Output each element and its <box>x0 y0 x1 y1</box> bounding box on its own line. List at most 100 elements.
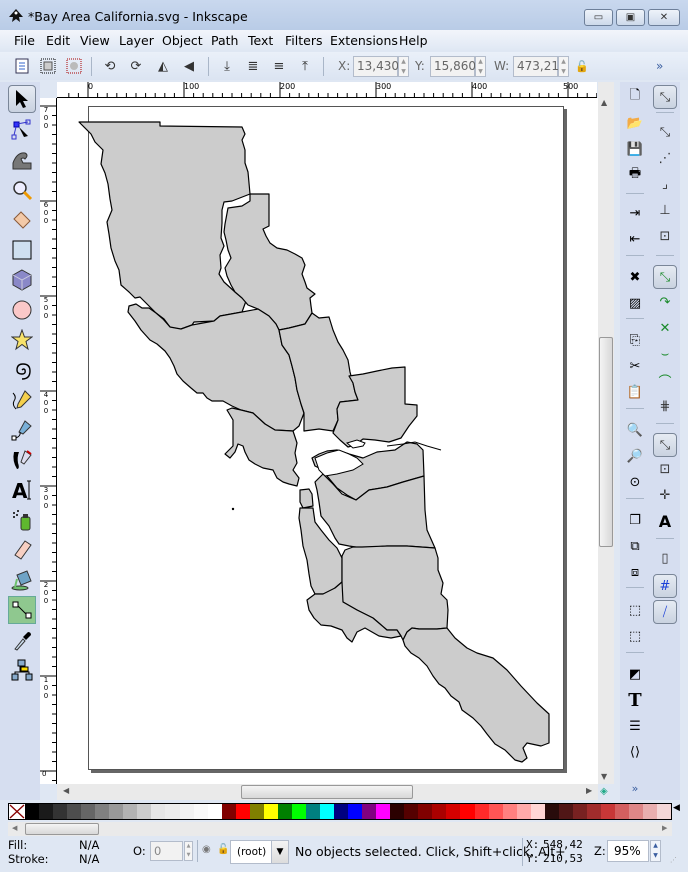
county-san-francisco[interactable] <box>299 488 314 509</box>
layer-visibility-icon[interactable]: ◉ <box>202 844 211 855</box>
bay-area-map[interactable] <box>57 98 598 784</box>
layer-dropdown-arrow-icon[interactable]: ▼ <box>271 840 289 864</box>
color-swatch[interactable] <box>460 804 475 819</box>
vertical-scroll-thumb[interactable] <box>599 337 613 547</box>
zoom-selection-icon[interactable]: 🔍 <box>625 420 645 440</box>
color-swatch[interactable] <box>516 804 531 819</box>
color-swatch[interactable] <box>235 804 250 819</box>
drawing-canvas[interactable] <box>57 98 598 784</box>
menu-view[interactable]: View <box>80 33 110 48</box>
selector-tool[interactable] <box>8 85 36 113</box>
flip-vertical-icon[interactable]: ◀ <box>180 57 198 75</box>
menu-object[interactable]: Object <box>162 33 203 48</box>
color-swatch[interactable] <box>404 804 419 819</box>
color-swatch[interactable] <box>291 804 306 819</box>
snap-line-midpoints-icon[interactable]: ⋕ <box>655 396 675 416</box>
dropper-tool[interactable] <box>8 626 36 654</box>
color-swatch[interactable] <box>39 804 54 819</box>
menu-text[interactable]: Text <box>248 33 273 48</box>
scroll-right-icon[interactable]: ▶ <box>586 786 592 795</box>
minimize-button[interactable]: ▭ <box>584 9 613 26</box>
undo-icon[interactable]: ✖ <box>625 267 645 287</box>
snap-smooth-nodes-icon[interactable]: ⌒ <box>655 370 675 390</box>
color-swatch[interactable] <box>137 804 152 819</box>
menu-filters[interactable]: Filters <box>285 33 322 48</box>
snap-bbox-edges-icon[interactable]: ⋰ <box>655 148 675 168</box>
color-swatch[interactable] <box>207 804 222 819</box>
y-spinner[interactable]: ▲ ▼ <box>475 56 486 77</box>
color-swatch[interactable] <box>572 804 587 819</box>
copy-icon[interactable]: ⎘ <box>625 330 645 350</box>
color-swatch[interactable] <box>629 804 644 819</box>
maximize-button[interactable]: ▣ <box>616 9 645 26</box>
opacity-input[interactable]: 0 <box>150 841 183 861</box>
snap-nodes-icon[interactable]: ⤡ <box>653 265 677 289</box>
menu-extensions[interactable]: Extensions <box>330 33 398 48</box>
color-swatch[interactable] <box>418 804 433 819</box>
color-swatch[interactable] <box>586 804 601 819</box>
color-swatch[interactable] <box>95 804 110 819</box>
color-swatch[interactable] <box>277 804 292 819</box>
color-swatch[interactable] <box>109 804 124 819</box>
clone-icon[interactable]: ⧉ <box>625 536 645 556</box>
new-document-icon[interactable]: 🗋 <box>625 87 645 107</box>
rotate-ccw-icon[interactable]: ⟲ <box>101 57 119 75</box>
color-swatch[interactable] <box>530 804 545 819</box>
print-icon[interactable]: 🖶 <box>625 165 645 185</box>
color-swatch[interactable] <box>263 804 278 819</box>
palette-scroll-thumb[interactable] <box>25 823 99 835</box>
color-swatch[interactable] <box>305 804 320 819</box>
color-swatch[interactable] <box>249 804 264 819</box>
flip-horizontal-icon[interactable]: ◭ <box>154 57 172 75</box>
commands-overflow[interactable]: » <box>625 778 645 798</box>
stroke-value[interactable]: N/A <box>79 852 99 866</box>
color-swatch[interactable] <box>334 804 349 819</box>
palette-menu-icon[interactable]: ◀ <box>673 803 680 813</box>
menu-file[interactable]: File <box>14 33 35 48</box>
color-swatch[interactable] <box>474 804 489 819</box>
color-swatch[interactable] <box>362 804 377 819</box>
cut-icon[interactable]: ✂ <box>625 356 645 376</box>
connector-tool[interactable] <box>8 656 36 684</box>
xml-editor-icon[interactable]: ⟨⟩ <box>625 742 645 762</box>
color-swatch[interactable] <box>193 804 208 819</box>
color-swatch[interactable] <box>25 804 40 819</box>
color-swatch[interactable] <box>643 804 658 819</box>
color-swatch[interactable] <box>319 804 335 819</box>
raise-icon[interactable]: ≡ <box>270 57 288 75</box>
toolbar-overflow[interactable]: » <box>656 59 663 73</box>
lower-to-bottom-icon[interactable]: ⤓ <box>218 57 236 75</box>
pencil-tool[interactable] <box>8 386 36 414</box>
color-swatch[interactable] <box>151 804 166 819</box>
resize-grip-icon[interactable]: ⋰ <box>670 856 677 864</box>
snap-grids-icon[interactable]: # <box>653 574 677 598</box>
snap-cusp-nodes-icon[interactable]: ⌣ <box>655 344 675 364</box>
horizontal-scrollbar[interactable]: ◀ ▶ <box>57 784 598 800</box>
zoom-drawing-icon[interactable]: 🔎 <box>625 446 645 466</box>
palette-scroll-left-icon[interactable]: ◀ <box>12 824 17 832</box>
color-swatch[interactable] <box>558 804 573 819</box>
lock-icon[interactable]: 🔓 <box>573 57 591 75</box>
color-swatch[interactable] <box>221 804 236 819</box>
spray-tool[interactable] <box>8 506 36 534</box>
measure-tool[interactable] <box>8 206 36 234</box>
paste-icon[interactable]: 📋 <box>625 382 645 402</box>
color-swatch[interactable] <box>67 804 82 819</box>
color-swatch[interactable] <box>81 804 96 819</box>
gradient-tool[interactable] <box>8 596 36 624</box>
color-swatch[interactable] <box>614 804 630 819</box>
group-icon[interactable]: ⬚ <box>625 600 645 620</box>
raise-to-top-icon[interactable]: ⤒ <box>296 57 314 75</box>
w-input[interactable]: 473,210 <box>513 56 567 77</box>
snap-object-centers-icon[interactable]: ⊡ <box>655 459 675 479</box>
menu-edit[interactable]: Edit <box>46 33 70 48</box>
export-icon[interactable]: ⇤ <box>625 229 645 249</box>
3d-box-tool[interactable] <box>8 266 36 294</box>
zoom-tool[interactable] <box>8 176 36 204</box>
color-swatch[interactable] <box>123 804 138 819</box>
snap-bbox-corners-icon[interactable]: ⌟ <box>655 174 675 194</box>
snap-others-icon[interactable]: ⤡ <box>653 433 677 457</box>
snap-page-border-icon[interactable]: ▯ <box>655 548 675 568</box>
tweak-tool[interactable] <box>8 146 36 174</box>
layer-lock-icon[interactable]: 🔓 <box>217 844 229 855</box>
